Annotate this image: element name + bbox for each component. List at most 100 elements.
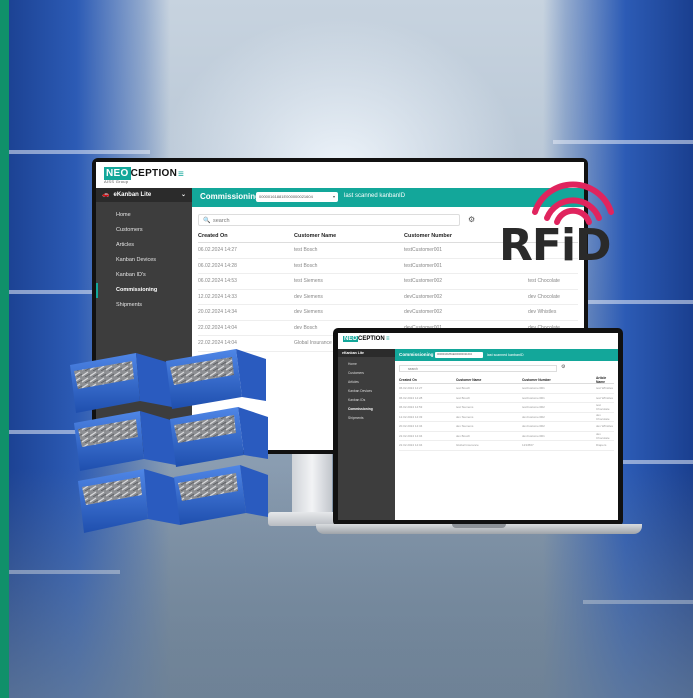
table-cell: test Whistles: [596, 386, 614, 391]
last-scanned-label: last scanned kanbanID: [344, 193, 406, 199]
kanban-id-select[interactable]: 00000161881E000000021604: [435, 352, 483, 358]
sidebar-item-kanban-devices[interactable]: Kanban Devices: [96, 253, 192, 268]
page-title: Commissioning: [200, 192, 261, 201]
column-header[interactable]: Customer Name: [294, 233, 404, 239]
table-row[interactable]: 06.02.2024 14:53 test Siemens testCustomer…: [198, 274, 578, 290]
bin: [70, 353, 172, 413]
table-row[interactable]: 06.02.2024 14:27 test Bosch testCustomer00…: [399, 384, 614, 394]
table-cell: test Chocolate: [528, 278, 560, 285]
table-cell: test Siemens: [456, 405, 474, 410]
table-cell: 06.02.2024 14:53: [399, 405, 423, 410]
bin: [166, 349, 266, 409]
table-cell: 22.02.2024 14:04: [198, 324, 237, 331]
search-placeholder: search: [213, 218, 230, 224]
sidebar-header-label: eKanban Lite: [113, 192, 152, 198]
sidebar-item-articles[interactable]: Articles: [338, 378, 395, 387]
sidebar-item-articles[interactable]: Articles: [96, 238, 192, 253]
sidebar-header[interactable]: 🚗 eKanban Lite ⌄: [96, 188, 192, 202]
sidebar-item-commissioning[interactable]: Commissioning: [338, 405, 395, 414]
laptop-screen: NEOCEPTION ≡ eKanban Lite Home Customers…: [338, 333, 618, 520]
sidebar-item-customers[interactable]: Customers: [96, 223, 192, 238]
table-cell: test Chocolate: [596, 403, 610, 412]
sidebar-item-shipments[interactable]: Shipments: [96, 298, 192, 313]
laptop-notch: [452, 524, 506, 528]
sidebar-header[interactable]: eKanban Lite: [338, 349, 395, 357]
table-cell: testCustomer002: [522, 405, 545, 410]
table-cell: dev Bosch: [456, 433, 471, 438]
kanban-id-select[interactable]: 00000161881E000000021604 ▾: [256, 192, 338, 202]
page-title: Commissioning: [399, 352, 434, 357]
table-cell: 22.02.2024 14:04: [399, 443, 423, 448]
kanban-id-select-value: 00000161881E000000021604: [259, 194, 313, 199]
table-row[interactable]: 22.02.2024 14:04 Global Insurance 1234567 D…: [399, 441, 614, 451]
last-scanned-label: last scanned kanbanID: [487, 352, 524, 357]
logo-rest: CEPTION: [358, 336, 385, 342]
table-cell: devCustomer002: [522, 424, 545, 429]
storage-bins-image: [70, 349, 268, 533]
search-input[interactable]: 🔍 search: [198, 214, 460, 226]
search-placeholder: search: [408, 367, 418, 371]
commissioning-table: Created On Customer Name Customer Number…: [399, 376, 614, 451]
bin: [78, 469, 180, 533]
shelf-divider: [553, 140, 693, 144]
table-cell: test Bosch: [294, 247, 318, 254]
sidebar-item-commissioning[interactable]: Commissioning: [96, 283, 192, 298]
table-cell: test Whistles: [596, 395, 614, 400]
table-row[interactable]: 12.02.2024 14:33 dev Siemens devCustomer00…: [198, 290, 578, 305]
table-cell: dev Siemens: [456, 424, 474, 429]
table-cell: 12.02.2024 14:33: [399, 414, 423, 419]
sidebar-item-shipments[interactable]: Shipments: [338, 414, 395, 423]
table-header: Created On Customer Name Customer Number…: [399, 376, 614, 384]
table-cell: dev Siemens: [294, 309, 323, 316]
table-cell: devCustomer002: [404, 309, 443, 316]
table-cell: 12.02.2024 14:33: [198, 293, 237, 300]
table-cell: test Bosch: [456, 386, 471, 391]
commissioning-bar: Commissioning 00000161881E000000021604 l…: [395, 349, 618, 361]
search-input[interactable]: search: [399, 365, 557, 372]
table-cell: devCustomer002: [522, 414, 545, 419]
table-row[interactable]: 20.02.2024 14:34 dev Siemens devCustomer00…: [198, 305, 578, 321]
table-row[interactable]: 22.02.2024 14:04 dev Bosch devCustomer001 d…: [399, 431, 614, 441]
table-cell: dev Chocolate: [596, 412, 610, 421]
column-header[interactable]: Article Name: [596, 376, 614, 384]
sidebar-item-home[interactable]: Home: [338, 360, 395, 369]
laptop-main-content: Commissioning 00000161881E000000021604 l…: [395, 349, 618, 520]
table-cell: testCustomer002: [404, 278, 443, 285]
menu-icon[interactable]: ≡: [178, 169, 184, 180]
table-cell: 22.02.2024 14:04: [399, 433, 423, 438]
laptop-app-header: NEOCEPTION ≡: [338, 333, 618, 350]
gear-icon[interactable]: ⚙: [468, 215, 475, 224]
rfid-text: RFiD: [499, 220, 612, 271]
shelf-divider: [0, 150, 150, 154]
table-row[interactable]: 12.02.2024 14:33 dev Siemens devCustomer00…: [399, 412, 614, 422]
monitor-stand: [292, 454, 332, 518]
chevron-down-icon: ⌄: [180, 192, 186, 198]
brand-strip: [0, 0, 9, 698]
laptop: NEOCEPTION ≡ eKanban Lite Home Customers…: [333, 328, 623, 526]
table-row[interactable]: 20.02.2024 14:34 dev Siemens devCustomer00…: [399, 422, 614, 432]
sidebar-item-kanban-devices[interactable]: Kanban Devices: [338, 387, 395, 396]
sidebar-item-home[interactable]: Home: [96, 208, 192, 223]
sidebar-item-kanban-ids[interactable]: Kanban IDs: [338, 396, 395, 405]
table-cell: 06.02.2024 14:53: [198, 278, 237, 285]
column-header[interactable]: Created On: [399, 378, 456, 382]
gear-icon[interactable]: ⚙: [561, 364, 565, 370]
table-row[interactable]: 06.02.2024 14:28 test Bosch testCustomer00…: [399, 394, 614, 403]
column-header[interactable]: Created On: [198, 233, 294, 239]
column-header[interactable]: Customer Name: [456, 378, 522, 382]
column-header[interactable]: Customer Number: [522, 378, 596, 382]
sidebar-item-customers[interactable]: Customers: [338, 369, 395, 378]
table-cell: test Siemens: [294, 278, 323, 285]
logo-neo: NEO: [343, 336, 359, 342]
table-cell: 06.02.2024 14:28: [399, 395, 423, 400]
sidebar-item-kanban-ids[interactable]: Kanban ID's: [96, 268, 192, 283]
table-cell: 20.02.2024 14:34: [399, 424, 423, 429]
table-cell: testCustomer001: [522, 395, 545, 400]
table-cell: dev Chocolate: [596, 431, 610, 440]
table-cell: dev Whistles: [596, 424, 614, 429]
bin: [174, 465, 268, 525]
table-row[interactable]: 06.02.2024 14:53 test Siemens testCustomer…: [399, 403, 614, 413]
table-cell: dev Siemens: [294, 293, 323, 300]
menu-icon[interactable]: ≡: [386, 336, 390, 342]
bin: [170, 407, 268, 467]
